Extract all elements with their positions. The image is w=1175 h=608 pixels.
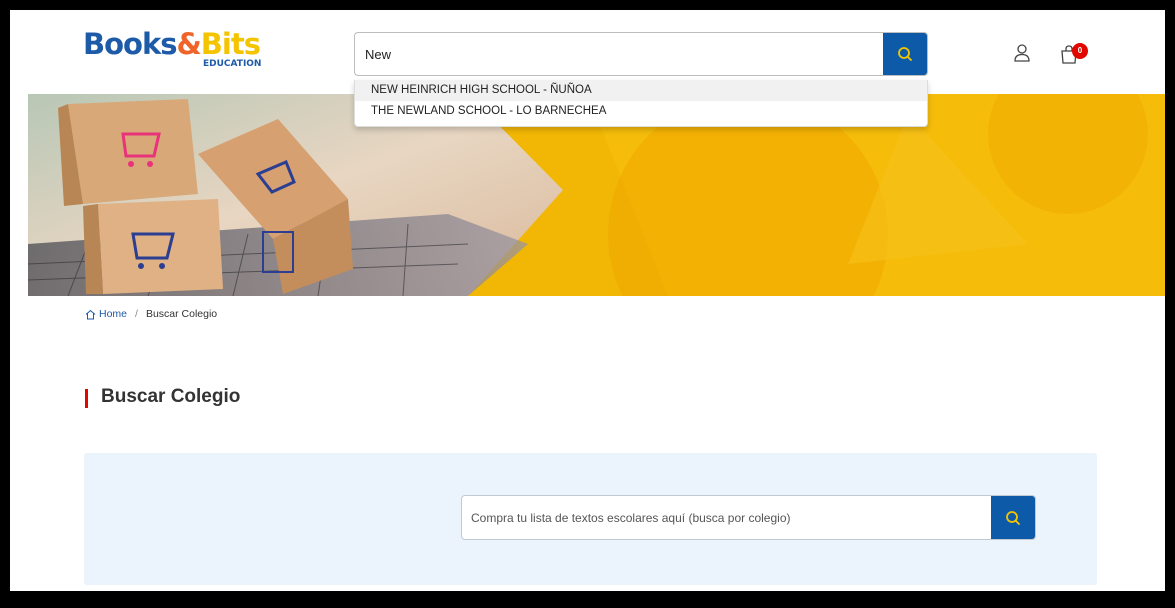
cart-button[interactable]: 0 [1060,42,1092,66]
header-search [354,32,928,76]
suggestion-item[interactable]: NEW HEINRICH HIGH SCHOOL - ÑUÑOA [355,80,927,101]
search-icon [898,47,912,61]
breadcrumb-home[interactable]: Home [85,308,127,320]
page-title: Buscar Colegio [101,386,241,407]
breadcrumb-separator: / [135,308,138,320]
home-icon [85,309,96,319]
suggestion-item[interactable]: THE NEWLAND SCHOOL - LO BARNECHEA [355,101,927,122]
breadcrumb-home-label: Home [99,308,128,320]
header-search-input[interactable] [355,33,885,75]
search-suggestions: NEW HEINRICH HIGH SCHOOL - ÑUÑOA THE NEW… [354,80,928,127]
site-logo[interactable]: Books&Bits EDUCATION [83,28,273,76]
page: Books&Bits EDUCATION 0 [10,10,1165,591]
breadcrumb-current: Buscar Colegio [145,308,218,320]
cart-count-badge: 0 [1072,43,1088,59]
logo-subtitle: EDUCATION [203,59,262,69]
header-search-button[interactable] [883,33,927,75]
school-search-input[interactable] [462,496,992,539]
search-icon [1006,510,1020,525]
school-search-panel [84,453,1097,585]
title-accent-bar [85,389,88,408]
breadcrumb: Home / Buscar Colegio [85,308,217,320]
user-icon[interactable] [1013,43,1031,63]
logo-wordmark: Books&Bits [83,27,261,61]
school-search-button[interactable] [991,496,1035,539]
school-search [461,495,1036,540]
